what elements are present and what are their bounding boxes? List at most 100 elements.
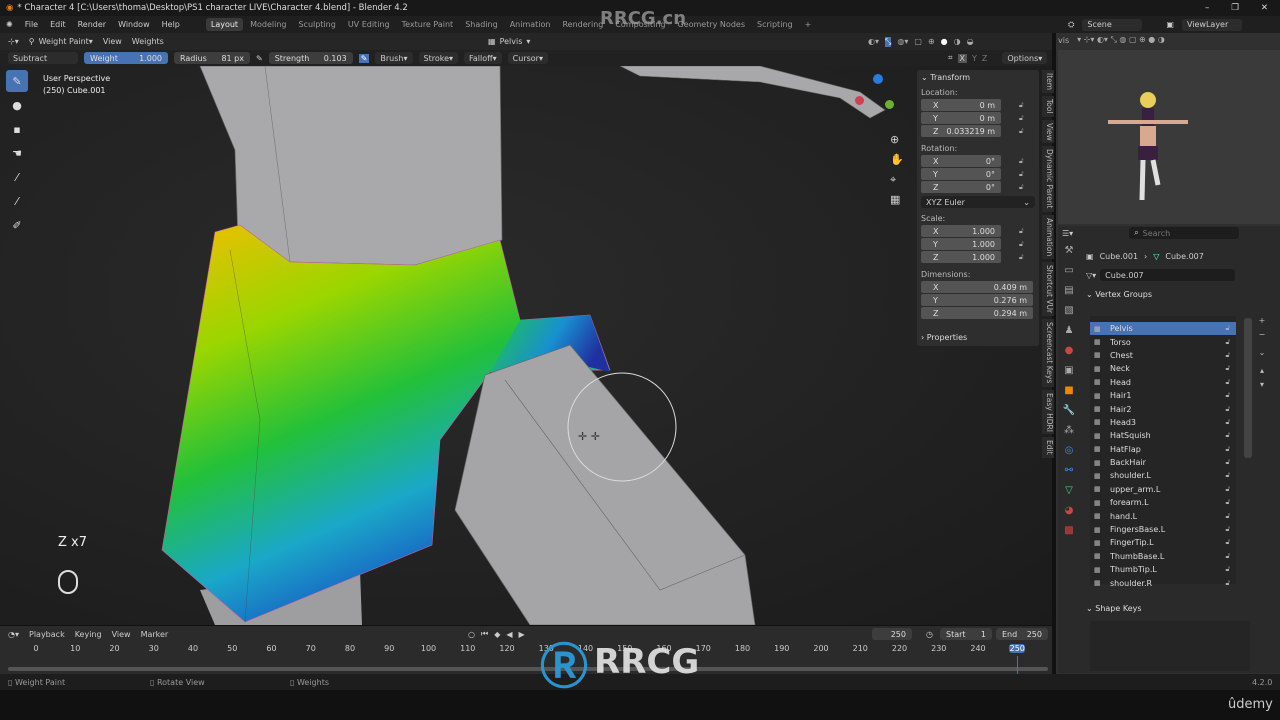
lock-icon[interactable]: 🔓︎: [1019, 157, 1029, 166]
group-specials-button[interactable]: ⌄: [1256, 346, 1268, 360]
grid-icon[interactable]: ▦: [890, 190, 904, 210]
lock-icon[interactable]: 🔓︎: [1225, 552, 1230, 561]
location-x-field[interactable]: X 0 m: [921, 99, 1001, 111]
smear-brush-icon[interactable]: ☚: [6, 142, 28, 164]
sidebar-tab-tool[interactable]: Tool: [1042, 96, 1054, 117]
output-tab-icon[interactable]: ▤: [1060, 285, 1078, 305]
gradient-icon[interactable]: ⁄: [6, 190, 28, 212]
lock-icon[interactable]: 🔓︎: [1225, 498, 1230, 507]
lock-icon[interactable]: 🔓︎: [1225, 324, 1230, 333]
dimensions-y-field[interactable]: Y 0.276 m: [921, 294, 1033, 306]
lock-icon[interactable]: 🔓︎: [1225, 364, 1230, 373]
dimensions-x-field[interactable]: X 0.409 m: [921, 281, 1033, 293]
tab-sculpting[interactable]: Sculpting: [293, 18, 340, 31]
vertex-group-item[interactable]: ▦ FingersBase.L 🔓︎: [1090, 523, 1236, 536]
blur-brush-icon[interactable]: ●: [6, 94, 28, 116]
shading-controls[interactable]: ◐▾ ⤡ ◍▾ ▢ ⊕ ● ◑ ◒: [868, 36, 974, 47]
vertex-group-item[interactable]: ▦ shoulder.L 🔓︎: [1090, 469, 1236, 482]
sidebar-tab-screencast-keys[interactable]: Screencast Keys: [1042, 319, 1054, 387]
rotation-z-field[interactable]: Z 0°: [921, 181, 1001, 193]
maximize-button[interactable]: ❐: [1231, 3, 1239, 13]
vertex-group-item[interactable]: ▦ Torso 🔓︎: [1090, 335, 1236, 348]
vertex-group-item[interactable]: ▦ forearm.L 🔓︎: [1090, 496, 1236, 509]
prev-key-icon[interactable]: ◆: [494, 630, 500, 639]
mirror-z-toggle[interactable]: Z: [982, 54, 987, 63]
cursor-menu[interactable]: Cursor ▾: [507, 52, 548, 64]
end-frame-field[interactable]: End 250: [996, 628, 1048, 640]
remove-group-button[interactable]: −: [1256, 328, 1268, 342]
lock-icon[interactable]: 🔓︎: [1019, 240, 1029, 249]
vertex-group-item[interactable]: ▦ ThumbBase.L 🔓︎: [1090, 550, 1236, 563]
vertex-group-item[interactable]: ▦ Head 🔓︎: [1090, 376, 1236, 389]
location-z-field[interactable]: Z 0.033219 m: [921, 125, 1001, 137]
material-tab-icon[interactable]: ◕: [1060, 505, 1078, 525]
vertex-group-item[interactable]: ▦ Chest 🔓︎: [1090, 349, 1236, 362]
tab-scripting[interactable]: Scripting: [752, 18, 798, 31]
tool-tab-icon[interactable]: ⚒: [1060, 245, 1078, 265]
lock-icon[interactable]: 🔓︎: [1019, 183, 1029, 192]
mirror-x-toggle[interactable]: X: [957, 53, 967, 63]
weight-field[interactable]: Weight 1.000: [84, 52, 168, 64]
editor-type-icon[interactable]: ☰▾: [1062, 229, 1073, 238]
menu-window[interactable]: Window: [118, 20, 150, 29]
transform-header[interactable]: ⌄ Transform: [921, 73, 1035, 82]
list-scrollbar[interactable]: [1244, 318, 1252, 458]
vertex-group-item[interactable]: ▦ Head3 🔓︎: [1090, 416, 1236, 429]
scene-selector[interactable]: Scene: [1082, 18, 1143, 31]
scale-y-field[interactable]: Y 1.000: [921, 238, 1001, 250]
rotation-x-field[interactable]: X 0°: [921, 155, 1001, 167]
lock-icon[interactable]: 🔓︎: [1225, 471, 1230, 480]
sample-weight-icon[interactable]: ⁄: [6, 166, 28, 188]
blender-menu-icon[interactable]: ✺: [6, 20, 13, 29]
falloff-menu[interactable]: Falloff ▾: [464, 52, 502, 64]
timeline-menu-keying[interactable]: Keying: [75, 630, 102, 639]
render-tab-icon[interactable]: ▭: [1060, 265, 1078, 285]
sidebar-tab-view[interactable]: View: [1042, 119, 1054, 144]
stroke-menu[interactable]: Stroke ▾: [418, 52, 459, 64]
view-layer-tab-icon[interactable]: ▧: [1060, 305, 1078, 325]
vertex-group-item[interactable]: ▦ HatFlap 🔓︎: [1090, 443, 1236, 456]
zoom-icon[interactable]: ⊕: [890, 130, 904, 150]
menu-render[interactable]: Render: [78, 20, 106, 29]
sidebar-tab-dynamic-parent[interactable]: Dynamic Parent: [1042, 146, 1054, 212]
timeline-menu-playback[interactable]: Playback: [29, 630, 65, 639]
lock-icon[interactable]: 🔓︎: [1225, 431, 1230, 440]
timeline-menu-marker[interactable]: Marker: [141, 630, 169, 639]
tab-layout[interactable]: Layout: [205, 18, 244, 31]
current-frame-field[interactable]: 250: [872, 628, 912, 640]
minimize-button[interactable]: –: [1205, 3, 1209, 13]
sidebar-tab-edit[interactable]: Edit: [1042, 437, 1054, 458]
mesh-data-tab-icon[interactable]: ▽: [1060, 485, 1078, 505]
tab-animation[interactable]: Animation: [505, 18, 556, 31]
lock-icon[interactable]: 🔓︎: [1019, 127, 1029, 136]
vertex-group-item[interactable]: ▦ Hair1 🔓︎: [1090, 389, 1236, 402]
properties-subpanel[interactable]: › Properties: [917, 330, 1039, 345]
scale-x-field[interactable]: X 1.000: [921, 225, 1001, 237]
physics-tab-icon[interactable]: ◎: [1060, 445, 1078, 465]
camera-preview-viewport[interactable]: [1058, 50, 1280, 224]
blend-mode-selector[interactable]: Subtract: [8, 52, 78, 64]
lock-icon[interactable]: 🔓︎: [1225, 351, 1230, 360]
move-up-button[interactable]: ▴: [1256, 364, 1268, 378]
lock-icon[interactable]: 🔓︎: [1225, 391, 1230, 400]
sidebar-tab-item[interactable]: Item: [1042, 70, 1054, 94]
start-frame-field[interactable]: Start 1: [940, 628, 992, 640]
options-menu[interactable]: Options ▾: [1002, 52, 1048, 64]
draw-brush-icon[interactable]: ✎: [6, 70, 28, 92]
record-icon[interactable]: ○: [468, 630, 475, 639]
properties-search[interactable]: ⌕ Search: [1129, 227, 1240, 239]
frame-ruler[interactable]: 0 10 20 30 40 50 60 70 80 90 100 110 120 130 140 150 160…: [0, 644, 1052, 658]
vertex-group-item[interactable]: ▦ HatSquish 🔓︎: [1090, 429, 1236, 442]
dimensions-z-field[interactable]: Z 0.294 m: [921, 307, 1033, 319]
lock-icon[interactable]: 🔓︎: [1225, 405, 1230, 414]
pressure-strength-icon[interactable]: ✎: [358, 53, 370, 63]
lock-icon[interactable]: 🔓︎: [1019, 170, 1029, 179]
vertex-group-item[interactable]: ▦ Pelvis 🔓︎: [1090, 322, 1236, 336]
vertex-group-item[interactable]: ▦ FingerTip.L 🔓︎: [1090, 536, 1236, 549]
constraints-tab-icon[interactable]: ⚯: [1060, 465, 1078, 485]
brush-menu[interactable]: Brush ▾: [375, 52, 413, 64]
editor-type-icon[interactable]: ◔▾: [8, 630, 19, 639]
timeline-scrollbar[interactable]: [8, 667, 1048, 671]
view-layer-icon[interactable]: ▣: [1166, 20, 1174, 29]
vertex-group-item[interactable]: ▦ Neck 🔓︎: [1090, 362, 1236, 375]
